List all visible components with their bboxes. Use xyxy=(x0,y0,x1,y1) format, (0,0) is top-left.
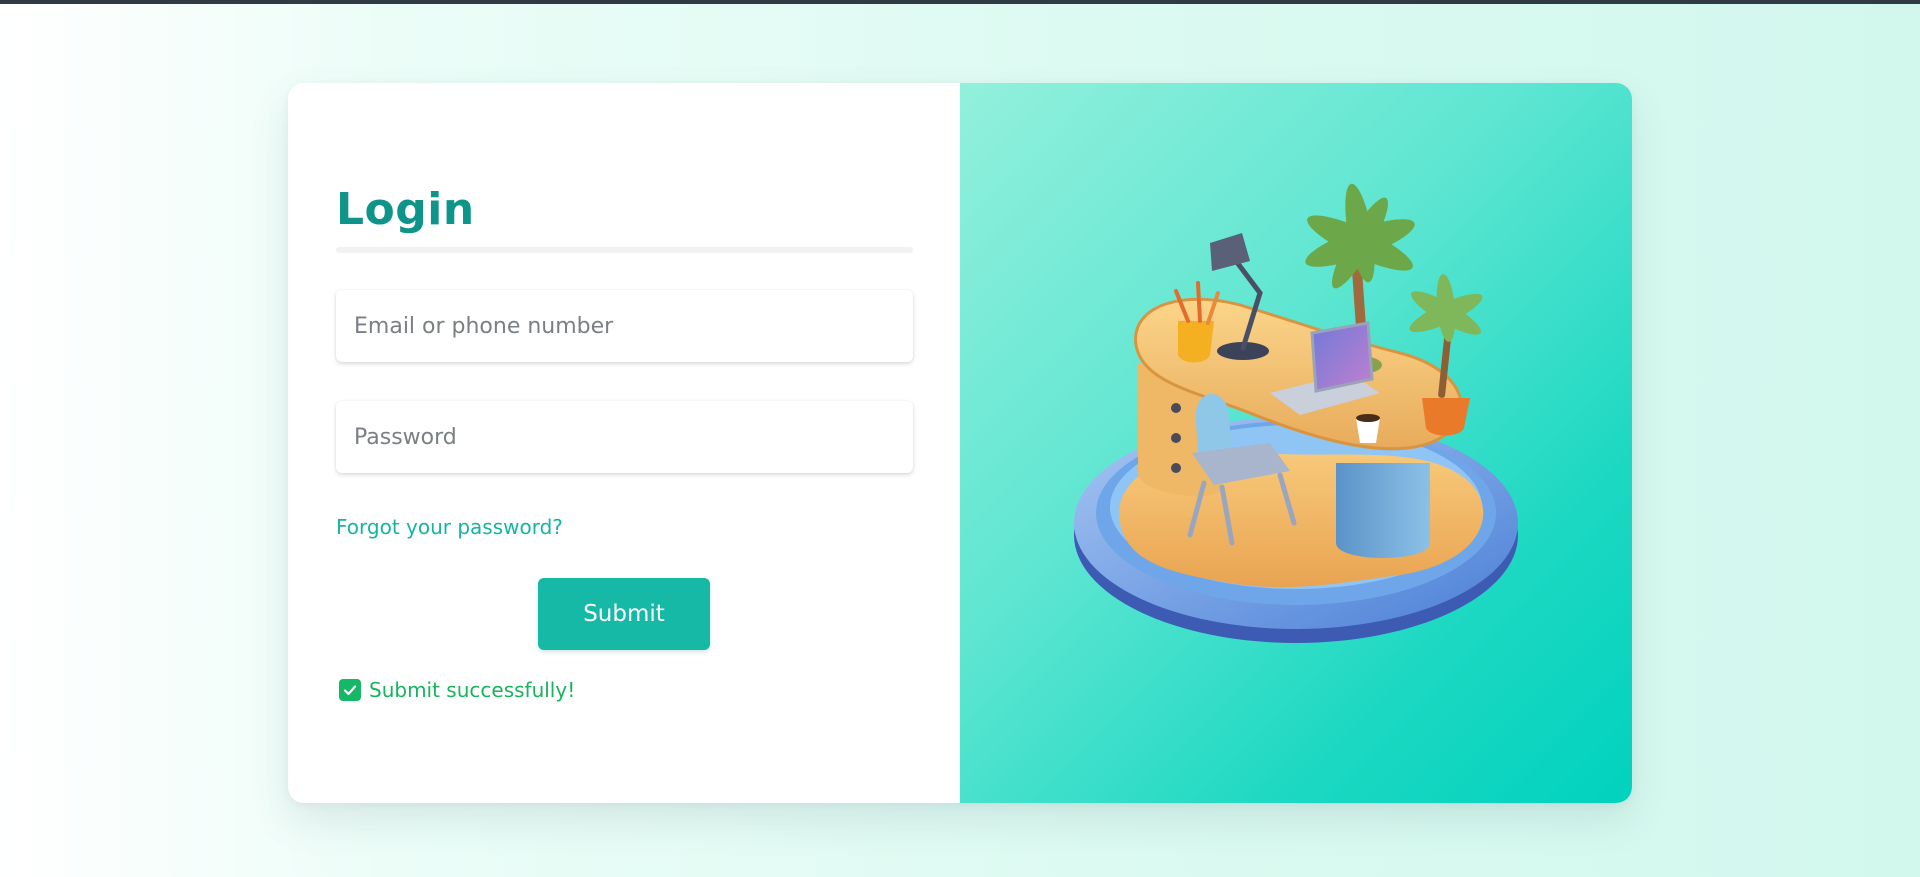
drawer-knob xyxy=(1171,403,1181,413)
desk-cabinet xyxy=(1336,463,1430,558)
drawer-knob xyxy=(1171,463,1181,473)
checkmark-icon xyxy=(339,679,361,701)
small-palm-leaves xyxy=(1409,274,1483,342)
desk-island-illustration xyxy=(1074,183,1518,643)
password-field xyxy=(336,401,913,473)
login-form-panel: Login Forgot your password? Submit Submi… xyxy=(288,83,960,803)
pencil xyxy=(1196,281,1202,323)
submit-button[interactable]: Submit xyxy=(538,578,710,650)
email-input[interactable] xyxy=(336,290,913,362)
coffee xyxy=(1356,414,1380,422)
success-status: Submit successfully! xyxy=(339,678,575,702)
laptop-screen xyxy=(1310,321,1374,393)
plant-pot xyxy=(1422,398,1470,436)
success-message: Submit successfully! xyxy=(369,678,576,702)
pencil-cup xyxy=(1178,321,1214,363)
title-divider xyxy=(336,247,913,253)
forgot-password-link[interactable]: Forgot your password? xyxy=(336,515,563,539)
illustration-panel xyxy=(960,83,1632,803)
password-input[interactable] xyxy=(336,401,913,473)
page-title: Login xyxy=(336,184,475,235)
window-top-bar xyxy=(0,0,1920,4)
email-field xyxy=(336,290,913,362)
drawer-knob xyxy=(1171,433,1181,443)
login-card: Login Forgot your password? Submit Submi… xyxy=(288,83,1632,803)
lamp-head xyxy=(1210,233,1250,271)
